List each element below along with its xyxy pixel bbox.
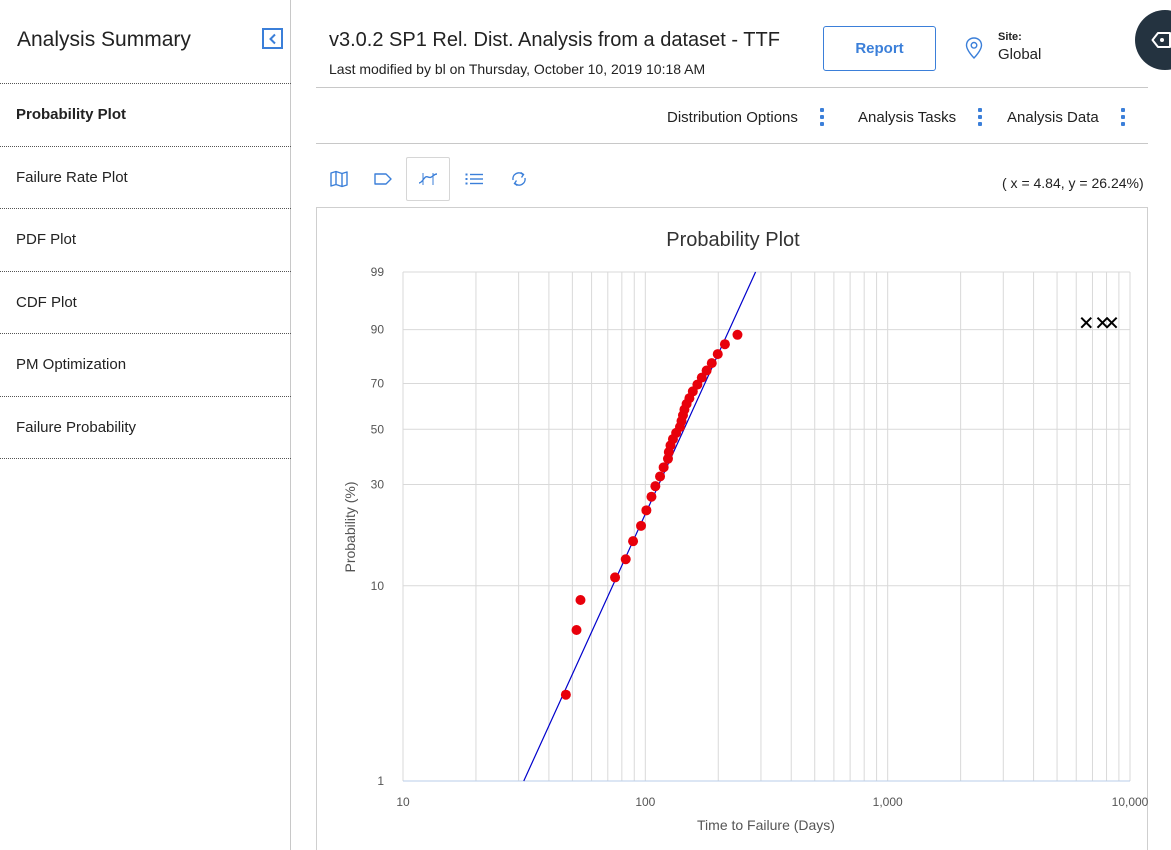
- failure-point: [732, 329, 743, 340]
- kebab-icon: [1120, 108, 1125, 126]
- location-pin-icon: [965, 37, 983, 59]
- failure-point: [712, 349, 723, 360]
- x-tick-label: 10: [396, 795, 410, 809]
- failure-point: [655, 471, 666, 482]
- list-icon: [465, 173, 483, 185]
- sidebar-title: Analysis Summary: [17, 28, 191, 51]
- analysis-data-menu[interactable]: Analysis Data: [1007, 108, 1125, 126]
- site-label: Site:: [998, 31, 1022, 43]
- map-icon: [330, 170, 348, 188]
- y-axis-label: Probability (%): [342, 481, 358, 572]
- report-button[interactable]: Report: [823, 26, 936, 71]
- sidebar-item-pdf-plot[interactable]: PDF Plot: [0, 209, 291, 272]
- y-tick-label: 99: [371, 265, 385, 279]
- kebab-icon: [819, 108, 824, 126]
- tag-icon: [374, 173, 392, 185]
- menu-label: Distribution Options: [667, 108, 798, 126]
- kebab-icon: [978, 108, 983, 126]
- label-tool-button[interactable]: [361, 157, 405, 201]
- header-divider: [316, 87, 1148, 88]
- y-tick-label: 30: [371, 478, 385, 492]
- sidebar-item-label: CDF Plot: [16, 293, 77, 311]
- failure-point: [571, 625, 582, 636]
- sidebar-item-probability-plot[interactable]: Probability Plot: [0, 84, 291, 147]
- failure-point: [650, 481, 661, 492]
- site-value[interactable]: Global: [998, 46, 1041, 63]
- curve-fit-icon: [418, 173, 438, 185]
- menu-label: Analysis Tasks: [858, 108, 957, 126]
- failure-point: [620, 554, 631, 565]
- probability-plot-panel: Probability Plot Time to Failure (Days) …: [316, 207, 1149, 850]
- suspension-marker: [1080, 317, 1092, 329]
- suspension-marker: [1096, 317, 1109, 329]
- curve-fit-tool-button[interactable]: [406, 157, 450, 201]
- failure-point: [706, 358, 717, 369]
- failure-point: [658, 462, 669, 473]
- exit-icon: [1151, 32, 1171, 48]
- collapse-sidebar-button[interactable]: [262, 28, 283, 49]
- distribution-options-menu[interactable]: Distribution Options: [667, 108, 824, 126]
- analysis-tasks-menu[interactable]: Analysis Tasks: [858, 108, 983, 126]
- refresh-icon: [512, 171, 526, 187]
- failure-point: [636, 520, 647, 531]
- failure-point: [641, 505, 652, 516]
- sidebar: Analysis Summary Probability Plot Failur…: [0, 0, 291, 850]
- cursor-coordinates: ( x = 4.84, y = 26.24%): [1002, 175, 1144, 191]
- y-tick-label: 50: [371, 422, 385, 436]
- sidebar-item-failure-rate-plot[interactable]: Failure Rate Plot: [0, 147, 291, 209]
- failure-point: [628, 536, 639, 547]
- menu-divider: [316, 143, 1148, 144]
- failure-point: [575, 594, 586, 605]
- sidebar-item-label: Probability Plot: [16, 106, 127, 124]
- sidebar-item-label: PM Optimization: [16, 356, 127, 374]
- x-tick-label: 100: [635, 795, 655, 809]
- y-tick-label: 90: [371, 323, 385, 337]
- sidebar-list: Probability Plot Failure Rate Plot PDF P…: [0, 83, 291, 459]
- y-tick-label: 1: [377, 774, 384, 788]
- last-modified-text: Last modified by bl on Thursday, October…: [329, 61, 706, 77]
- menu-label: Analysis Data: [1007, 108, 1099, 126]
- failure-point: [560, 689, 571, 700]
- y-tick-label: 70: [371, 376, 385, 390]
- failure-point: [719, 339, 730, 350]
- sidebar-item-cdf-plot[interactable]: CDF Plot: [0, 272, 291, 334]
- sidebar-item-label: Failure Rate Plot: [16, 168, 128, 186]
- exit-button[interactable]: [1135, 10, 1171, 70]
- chevron-left-icon: [268, 33, 276, 44]
- probability-plot-chart[interactable]: Probability Plot Time to Failure (Days) …: [317, 208, 1149, 850]
- page-title: v3.0.2 SP1 Rel. Dist. Analysis from a da…: [329, 29, 780, 51]
- x-axis-label: Time to Failure (Days): [697, 817, 835, 833]
- suspension-marker: [1105, 317, 1118, 329]
- y-tick-label: 10: [371, 579, 385, 593]
- sidebar-item-label: Failure Probability: [16, 418, 137, 436]
- chart-title: Probability Plot: [666, 229, 800, 251]
- failure-point: [646, 491, 657, 502]
- sidebar-item-label: PDF Plot: [16, 231, 77, 249]
- map-tool-button[interactable]: [317, 157, 361, 201]
- reset-tool-button[interactable]: [497, 157, 541, 201]
- sidebar-item-failure-probability[interactable]: Failure Probability: [0, 397, 291, 459]
- failure-point: [610, 572, 621, 583]
- legend-tool-button[interactable]: [452, 157, 496, 201]
- sidebar-item-pm-optimization[interactable]: PM Optimization: [0, 334, 291, 397]
- x-tick-label: 10,000: [1112, 795, 1149, 809]
- x-tick-label: 1,000: [873, 795, 903, 809]
